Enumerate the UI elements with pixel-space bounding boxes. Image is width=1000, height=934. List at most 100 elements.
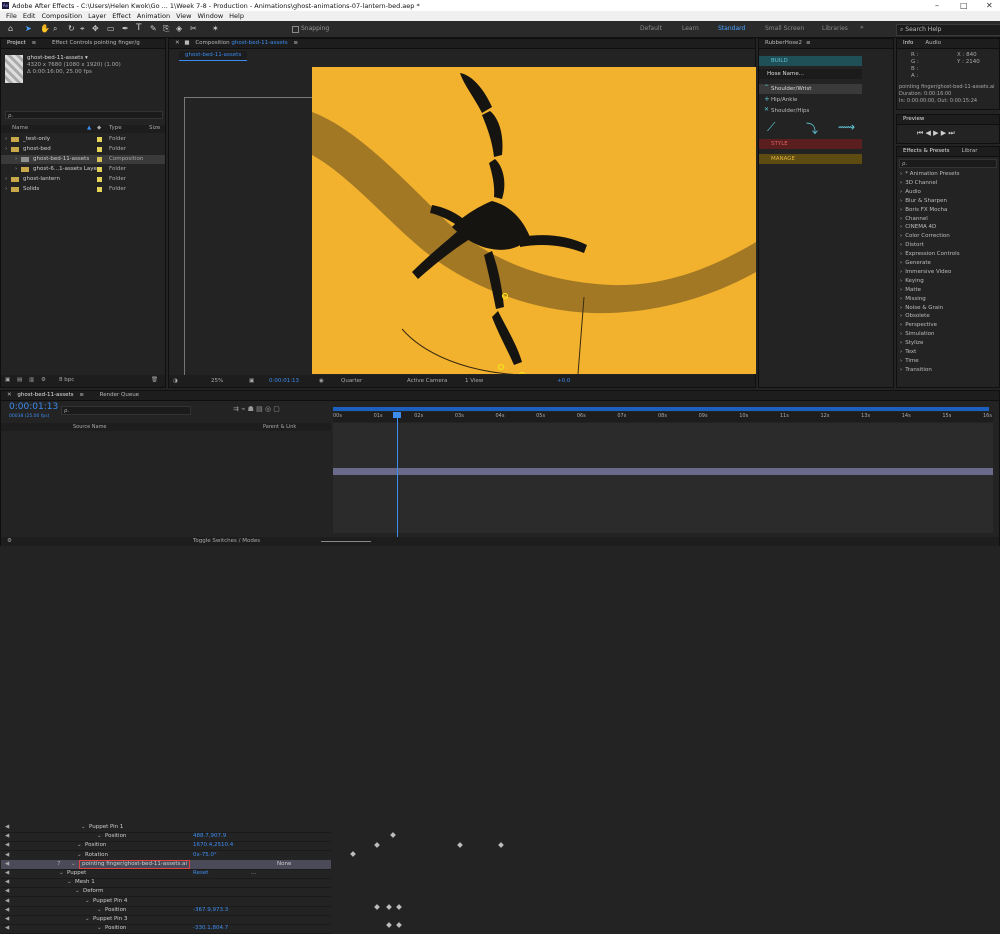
property-value[interactable]: None xyxy=(277,860,291,869)
new-folder-icon[interactable]: ▤ xyxy=(17,376,22,385)
menu-layer[interactable]: Layer xyxy=(88,11,106,21)
effects-category[interactable]: › Stylize xyxy=(900,340,923,346)
effects-category[interactable]: › Audio xyxy=(900,189,921,195)
camera-tool-icon[interactable]: ⌖ xyxy=(80,24,85,34)
property-row[interactable]: ◀ ⌄ Position -330.1,804.7 xyxy=(1,924,331,934)
shy-icon[interactable]: ☗ xyxy=(248,405,254,413)
effects-category[interactable]: › Text xyxy=(900,349,916,355)
next-frame-icon[interactable]: ▶ xyxy=(941,129,946,137)
menu-composition[interactable]: Composition xyxy=(41,11,82,21)
visibility-icon[interactable]: ◀ xyxy=(5,906,9,915)
first-frame-icon[interactable]: ⏮ xyxy=(917,129,923,137)
effects-category[interactable]: › Blur & Sharpen xyxy=(900,198,947,204)
rectangle-tool-icon[interactable]: ▭ xyxy=(107,24,115,33)
effects-category[interactable]: › Transition xyxy=(900,367,932,373)
effects-category[interactable]: › Color Correction xyxy=(900,233,950,239)
visibility-icon[interactable]: ◀ xyxy=(5,841,9,850)
menu-icon[interactable]: ≡ xyxy=(32,40,37,46)
comp-flowchart-icon[interactable]: ⇉ xyxy=(233,405,239,413)
visibility-icon[interactable]: ◀ xyxy=(5,860,9,869)
keyframe-icon[interactable] xyxy=(350,851,356,857)
brush-tool-icon[interactable]: ✎ xyxy=(150,24,157,33)
effects-category[interactable]: › Channel xyxy=(900,216,928,222)
pan-behind-tool-icon[interactable]: ✥ xyxy=(92,24,99,33)
tab-libraries[interactable]: Librar xyxy=(962,148,978,154)
comp-icon[interactable]: ⚙ xyxy=(7,537,12,546)
build-button[interactable]: BUILD xyxy=(759,56,862,66)
close-tab-icon[interactable]: ✕ xyxy=(7,392,12,398)
chevron-down-icon[interactable]: ⌄ xyxy=(85,915,90,924)
lock-icon[interactable]: ■ xyxy=(184,40,189,46)
rubberhose-title[interactable]: RubberHose2 xyxy=(765,40,802,46)
menu-file[interactable]: File xyxy=(6,11,17,21)
clone-tool-icon[interactable]: ⎘ xyxy=(163,24,169,34)
rh-limb-icon-3[interactable]: ⟿ xyxy=(838,120,855,134)
rh-item-shoulder-hips[interactable]: Shoulder/Hips xyxy=(759,106,862,116)
panel-menu-icon[interactable]: ≡ xyxy=(293,40,298,46)
manage-button[interactable]: MANAGE xyxy=(759,154,862,164)
current-time[interactable]: 0:00:01:13 xyxy=(269,375,299,387)
visibility-icon[interactable]: ◀ xyxy=(5,924,9,933)
panel-menu-icon[interactable]: ≡ xyxy=(806,40,811,46)
workspace-default[interactable]: Default xyxy=(640,25,662,32)
menu-view[interactable]: View xyxy=(176,11,191,21)
camera-icon[interactable]: ◉ xyxy=(319,375,324,387)
prev-frame-icon[interactable]: ◀ xyxy=(926,129,931,137)
project-item[interactable]: › _test-only Folder xyxy=(1,135,165,144)
minimize-button[interactable]: – xyxy=(935,1,939,10)
rh-item-hip-ankle[interactable]: Hip/Ankle xyxy=(759,95,862,105)
toggle-switches-modes[interactable]: Toggle Switches / Modes xyxy=(193,537,260,546)
effects-category[interactable]: › * Animation Presets xyxy=(900,171,960,177)
zoom-dropdown[interactable]: 25% xyxy=(211,375,223,387)
rotate-tool-icon[interactable]: ↻ xyxy=(68,24,75,33)
effects-category[interactable]: › Perspective xyxy=(900,322,937,328)
keyframe-icon[interactable] xyxy=(396,904,402,910)
effects-category[interactable]: › 3D Channel xyxy=(900,180,937,186)
tab-audio[interactable]: Audio xyxy=(925,40,941,46)
label-color-swatch[interactable] xyxy=(97,157,102,162)
effects-category[interactable]: › Distort xyxy=(900,242,924,248)
tab-timeline-comp[interactable]: ghost-bed-11-assets xyxy=(17,392,73,398)
tab-composition-name[interactable]: ghost-bed-11-assets xyxy=(231,40,287,46)
effects-category[interactable]: › Generate xyxy=(900,260,931,266)
motion-blur-icon[interactable]: ◎ xyxy=(265,405,271,413)
col-name[interactable]: Name xyxy=(12,124,28,133)
last-frame-icon[interactable]: ⏭ xyxy=(948,129,954,137)
pen-tool-icon[interactable]: ✒ xyxy=(122,24,129,33)
property-value[interactable]: -367.9,973.3 xyxy=(193,906,228,915)
keyframe-icon[interactable] xyxy=(374,842,380,848)
effects-category[interactable]: › CINEMA 4D xyxy=(900,224,936,230)
bpc-label[interactable]: 8 bpc xyxy=(59,376,74,385)
keyframe-icon[interactable] xyxy=(396,922,402,928)
work-area-bar[interactable] xyxy=(333,407,989,411)
menu-edit[interactable]: Edit xyxy=(23,11,36,21)
col-type[interactable]: Type xyxy=(109,124,122,133)
visibility-icon[interactable]: ◀ xyxy=(5,869,9,878)
tab-effect-controls[interactable]: Effect Controls pointing finger/g xyxy=(52,40,140,46)
playhead-handle[interactable] xyxy=(393,412,401,418)
property-value[interactable]: 488.7,907.9 xyxy=(193,832,226,841)
visibility-icon[interactable]: ◀ xyxy=(5,878,9,887)
layer-duration-bar[interactable] xyxy=(333,468,993,475)
project-settings-icon[interactable]: ⚙ xyxy=(41,376,46,385)
effects-category[interactable]: › Time xyxy=(900,358,919,364)
roto-tool-icon[interactable]: ✂ xyxy=(190,24,197,33)
keyframe-icon[interactable] xyxy=(386,904,392,910)
property-value[interactable]: Reset xyxy=(193,869,208,878)
resolution-dropdown[interactable]: Quarter xyxy=(341,375,362,387)
label-color-swatch[interactable] xyxy=(97,187,102,192)
rh-remove-icon[interactable]: ✕ xyxy=(764,106,769,113)
property-value[interactable]: 0x-75.0° xyxy=(193,851,217,860)
menu-help[interactable]: Help xyxy=(229,11,244,21)
close-tab-icon[interactable]: ✕ xyxy=(175,40,180,46)
col-source-name[interactable]: Source Name xyxy=(73,423,107,431)
text-tool-icon[interactable]: T xyxy=(136,23,142,33)
home-icon[interactable]: ⌂ xyxy=(8,24,13,33)
rh-up-icon[interactable]: ⌃ xyxy=(764,84,769,91)
style-button[interactable]: STYLE xyxy=(759,139,862,149)
effects-category[interactable]: › Expression Controls xyxy=(900,251,960,257)
comp-subtab[interactable]: ghost-bed-11-assets xyxy=(179,51,248,61)
col-size[interactable]: Size xyxy=(149,124,160,133)
project-item[interactable]: › ghost-bed-11-assets Composition xyxy=(1,155,165,164)
chevron-down-icon[interactable]: ⌄ xyxy=(59,869,64,878)
